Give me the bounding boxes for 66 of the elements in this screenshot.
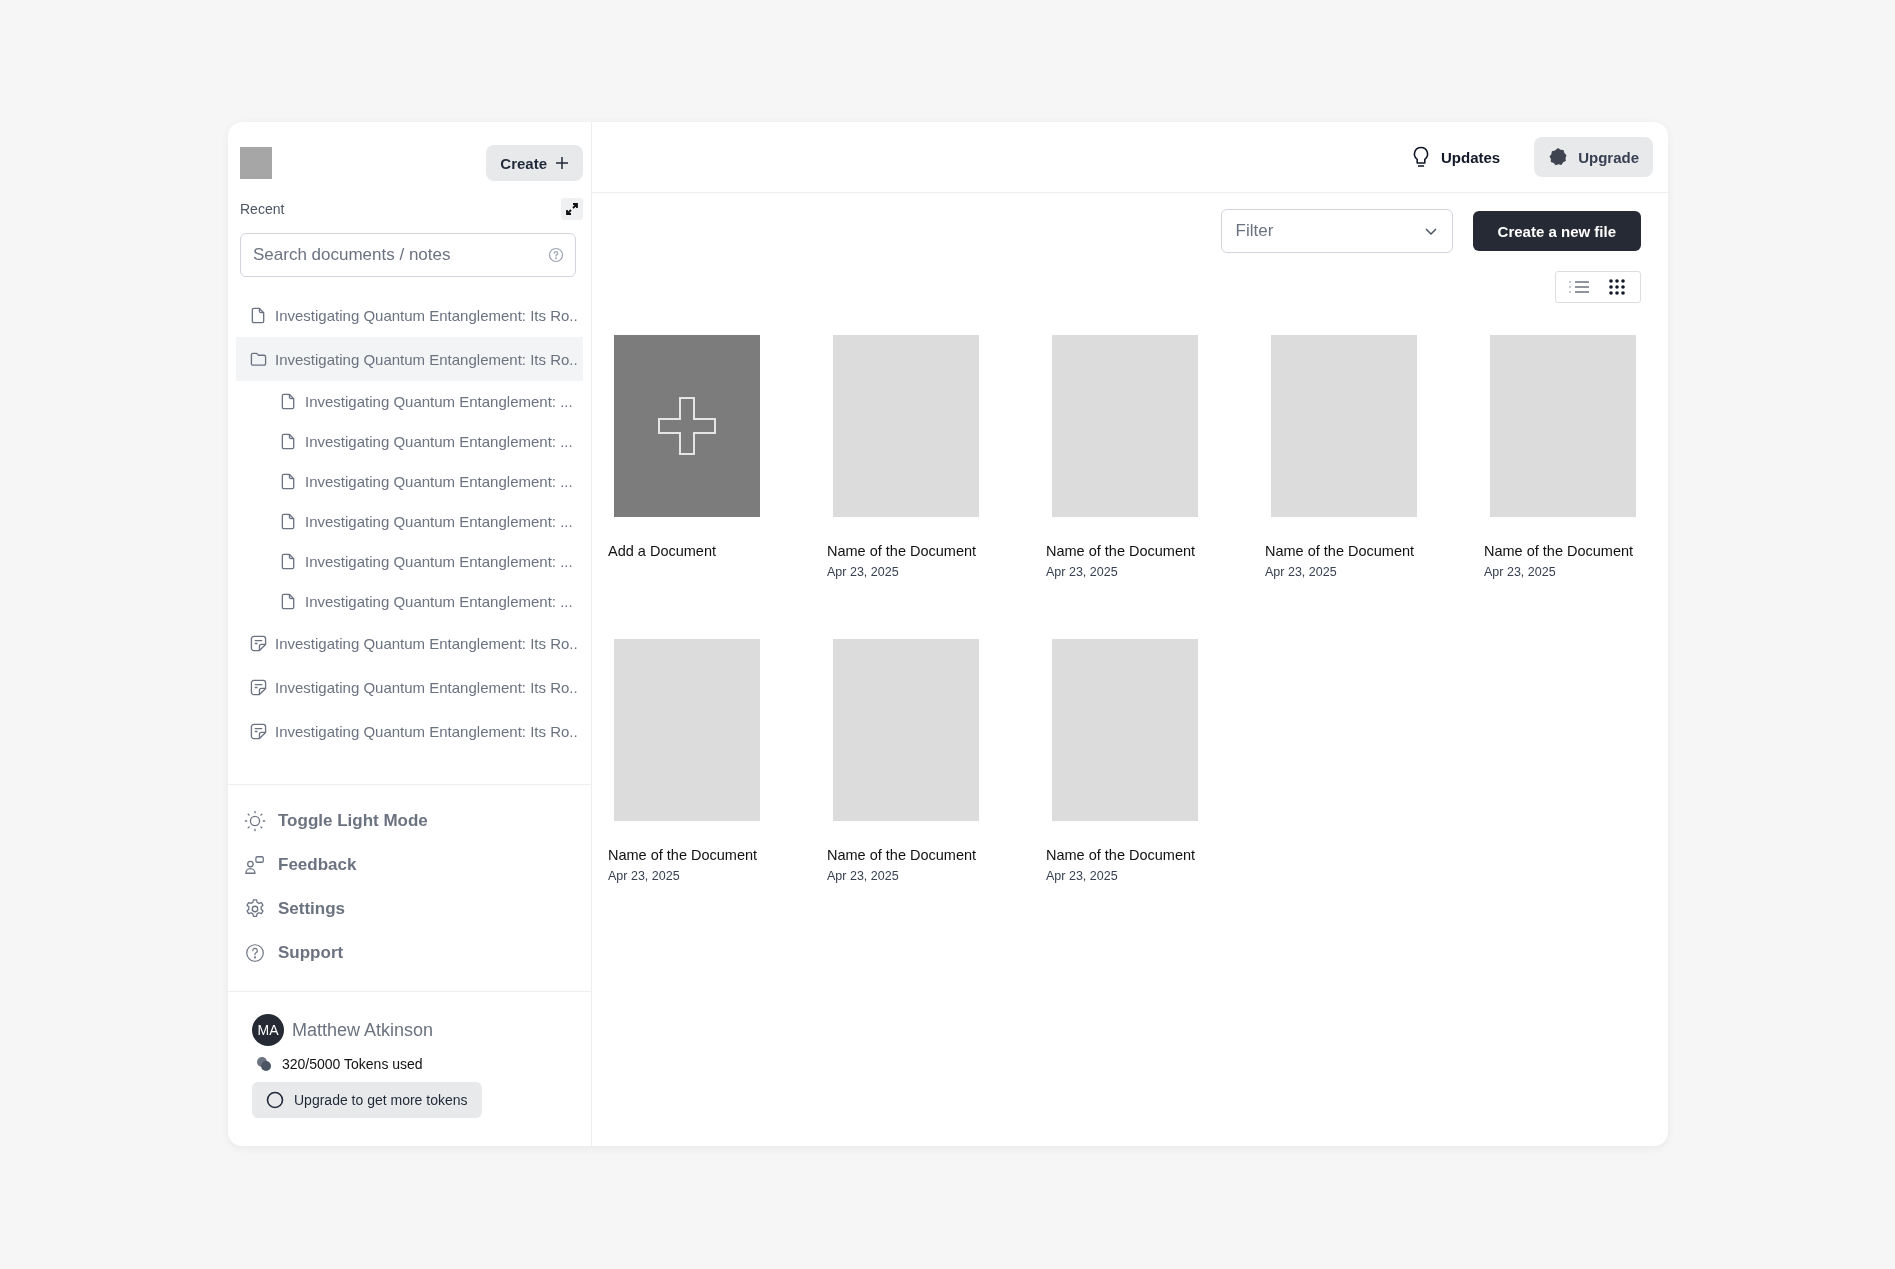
section-label: Recent bbox=[240, 201, 285, 217]
document-thumbnail[interactable] bbox=[833, 639, 979, 821]
user-avatar: MA bbox=[252, 1014, 284, 1046]
note-icon bbox=[250, 722, 267, 740]
document-thumbnail[interactable] bbox=[1271, 335, 1417, 517]
menu-item[interactable]: Support bbox=[244, 931, 591, 975]
document-date: Apr 23, 2025 bbox=[827, 869, 900, 883]
document-icon bbox=[280, 552, 297, 570]
tree-item[interactable]: Investigating Quantum Entanglement: Its Ro.. bbox=[236, 293, 583, 337]
menu-item[interactable]: Settings bbox=[244, 887, 591, 931]
sun-icon bbox=[244, 810, 266, 832]
document-title: Add a Document bbox=[608, 543, 717, 559]
tree-item[interactable]: Investigating Quantum Entanglement: ... bbox=[236, 501, 583, 541]
token-usage: 320/5000 Tokens used bbox=[282, 1056, 423, 1072]
document-thumbnail[interactable] bbox=[1490, 335, 1636, 517]
document-thumbnail[interactable] bbox=[833, 335, 979, 517]
create-file-button[interactable]: Create a new file bbox=[1472, 211, 1641, 251]
create-button[interactable]: Create bbox=[486, 145, 583, 181]
plus-icon bbox=[658, 397, 716, 455]
filter-dropdown[interactable]: Filter bbox=[1220, 209, 1453, 253]
circle-icon bbox=[266, 1091, 284, 1109]
tree-item[interactable]: Investigating Quantum Entanglement: Its Ro.. bbox=[236, 621, 583, 665]
tree-item[interactable]: Investigating Quantum Entanglement: ... bbox=[236, 381, 583, 421]
document-icon bbox=[280, 432, 297, 450]
document-thumbnail[interactable] bbox=[1052, 639, 1198, 821]
feedback-icon bbox=[244, 854, 266, 876]
tree-item[interactable]: Investigating Quantum Entanglement: ... bbox=[236, 461, 583, 501]
folder-icon bbox=[250, 350, 267, 368]
tree-item[interactable]: Investigating Quantum Entanglement: ... bbox=[236, 541, 583, 581]
document-date: Apr 23, 2025 bbox=[1046, 565, 1119, 579]
add-document-tile[interactable] bbox=[614, 335, 760, 517]
note-icon bbox=[250, 678, 267, 696]
document-date: Apr 23, 2025 bbox=[1265, 565, 1338, 579]
badge-icon bbox=[1548, 147, 1569, 167]
document-thumbnail[interactable] bbox=[614, 639, 760, 821]
document-icon bbox=[280, 592, 297, 610]
document-date: Apr 23, 2025 bbox=[1484, 565, 1557, 579]
user-name: Matthew Atkinson bbox=[292, 1019, 434, 1041]
menu-item[interactable]: Toggle Light Mode bbox=[244, 799, 591, 843]
document-icon bbox=[280, 512, 297, 530]
upgrade-tokens-button[interactable]: Upgrade to get more tokens bbox=[252, 1082, 482, 1118]
document-date: Apr 23, 2025 bbox=[608, 869, 681, 883]
coins-icon bbox=[256, 1056, 272, 1072]
note-icon bbox=[250, 634, 267, 652]
document-date: Apr 23, 2025 bbox=[827, 565, 900, 579]
tree-item[interactable]: Investigating Quantum Entanglement: Its Ro.. bbox=[236, 665, 583, 709]
document-icon bbox=[250, 306, 267, 324]
document-date: Apr 23, 2025 bbox=[1046, 869, 1119, 883]
upgrade-button[interactable]: Upgrade bbox=[1534, 137, 1653, 177]
tree-item[interactable]: Investigating Quantum Entanglement: Its Ro.. bbox=[236, 337, 583, 381]
updates-button[interactable]: Updates bbox=[1404, 145, 1507, 169]
settings-icon bbox=[244, 898, 266, 920]
tree-item[interactable]: Investigating Quantum Entanglement: ... bbox=[236, 581, 583, 621]
tree-item[interactable]: Investigating Quantum Entanglement: ... bbox=[236, 421, 583, 461]
document-icon bbox=[280, 392, 297, 410]
help-icon bbox=[244, 942, 266, 964]
grid-view-icon[interactable] bbox=[1606, 277, 1628, 297]
expand-icon[interactable] bbox=[561, 198, 583, 220]
help-icon bbox=[548, 247, 564, 263]
document-icon bbox=[280, 472, 297, 490]
logo bbox=[240, 147, 272, 179]
document-thumbnail[interactable] bbox=[1052, 335, 1198, 517]
tree-item[interactable]: Investigating Quantum Entanglement: Its Ro.. bbox=[236, 709, 583, 753]
search-field[interactable]: Search documents / notes bbox=[240, 233, 576, 277]
plus-icon bbox=[555, 156, 569, 170]
menu-item[interactable]: Feedback bbox=[244, 843, 591, 887]
